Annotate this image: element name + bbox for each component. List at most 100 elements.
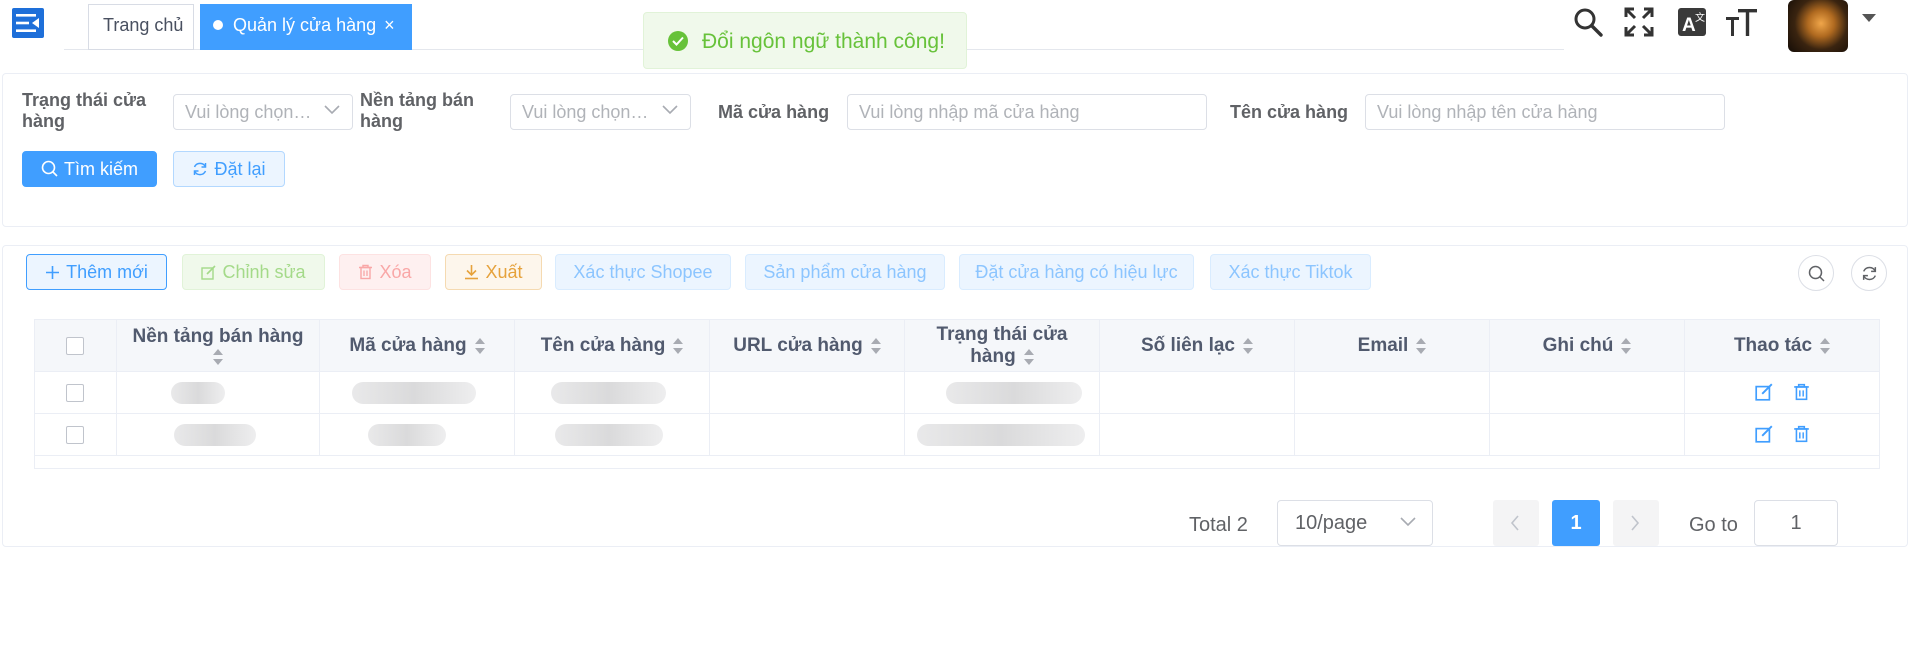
sort-icon[interactable] (1621, 337, 1632, 355)
table-row (35, 414, 1879, 456)
sort-icon[interactable] (1820, 337, 1831, 355)
check-circle-icon (668, 31, 688, 51)
goto-page-input[interactable]: 1 (1754, 500, 1838, 546)
tiktok-auth-button[interactable]: Xác thực Tiktok (1210, 254, 1371, 290)
platform-label: Nền tảng bán hàng (360, 90, 475, 131)
sort-icon[interactable] (870, 337, 881, 355)
delete-button[interactable]: Xóa (339, 254, 431, 290)
edit-icon[interactable] (1755, 425, 1773, 443)
column-title: Nền tảng bán hàng (132, 326, 304, 347)
sort-icon[interactable] (213, 348, 223, 366)
input-placeholder: Vui lòng nhập mã cửa hàng (859, 102, 1080, 122)
search-button[interactable]: Tìm kiếm (22, 151, 157, 187)
column-header-actions[interactable]: Thao tác (1685, 320, 1879, 372)
row-select-cell (35, 372, 117, 414)
sort-icon[interactable] (1242, 337, 1253, 355)
cell-store-status (905, 414, 1100, 456)
search-form-card: Trạng thái cửa hàng Vui lòng chọn… Nền t… (2, 73, 1908, 227)
page-size-value: 10/page (1295, 512, 1368, 534)
toggle-search-button[interactable] (1798, 255, 1834, 291)
tab-home[interactable]: Trang chủ (88, 4, 194, 50)
search-icon[interactable] (1572, 6, 1606, 40)
tab-store-management[interactable]: Quản lý cửa hàng × (200, 4, 412, 50)
chevron-down-icon (324, 105, 340, 115)
plus-icon (46, 266, 60, 279)
select-placeholder: Vui lòng chọn… (185, 102, 312, 122)
chevron-down-icon (662, 105, 678, 115)
tab-label: Quản lý cửa hàng (233, 15, 377, 35)
caret-down-icon[interactable] (1862, 14, 1876, 22)
redacted-block (171, 382, 225, 404)
cell-platform (117, 414, 320, 456)
avatar[interactable] (1788, 0, 1848, 52)
search-icon (41, 160, 58, 177)
cell-store-url (710, 414, 905, 456)
toast-message: Đổi ngôn ngữ thành công! (702, 30, 945, 53)
menu-toggle-icon[interactable] (12, 8, 44, 38)
store-status-label: Trạng thái cửa hàng (22, 90, 147, 131)
close-icon[interactable]: × (384, 5, 395, 45)
store-status-select[interactable]: Vui lòng chọn… (173, 94, 353, 130)
platform-select[interactable]: Vui lòng chọn… (510, 94, 691, 130)
cell-note (1490, 372, 1685, 414)
cell-phone (1100, 372, 1295, 414)
button-label: Xác thực Shopee (573, 262, 713, 282)
column-header-phone[interactable]: Số liên lạc (1100, 320, 1295, 372)
store-products-button[interactable]: Sản phẩm cửa hàng (745, 254, 945, 290)
cell-email (1295, 372, 1490, 414)
column-header-email[interactable]: Email (1295, 320, 1490, 372)
refresh-button[interactable] (1851, 255, 1887, 291)
column-header-store-status[interactable]: Trạng thái cửa hàng (905, 320, 1100, 372)
redacted-block (368, 424, 446, 446)
button-label: Đặt cửa hàng có hiệu lực (975, 262, 1178, 282)
top-header: Trang chủ Quản lý cửa hàng × Đổi ngôn ngữ… (0, 0, 1920, 69)
font-size-icon[interactable] (1725, 6, 1759, 40)
fullscreen-icon[interactable] (1623, 6, 1657, 40)
page-number-current[interactable]: 1 (1552, 500, 1600, 546)
trash-icon[interactable] (1793, 383, 1810, 401)
column-header-platform[interactable]: Nền tảng bán hàng (117, 320, 320, 372)
input-placeholder: Vui lòng nhập tên cửa hàng (1377, 102, 1598, 122)
table-row (35, 372, 1879, 414)
export-button[interactable]: Xuất (445, 254, 542, 290)
column-header-store-name[interactable]: Tên cửa hàng (515, 320, 710, 372)
button-label: Xác thực Tiktok (1228, 262, 1353, 282)
sort-icon[interactable] (474, 337, 485, 355)
sort-icon[interactable] (1023, 348, 1034, 366)
shopee-auth-button[interactable]: Xác thực Shopee (555, 254, 731, 290)
prev-page-button[interactable] (1493, 500, 1539, 546)
chevron-left-icon (1510, 515, 1519, 531)
translate-icon[interactable]: A文 (1676, 6, 1710, 40)
redacted-block (555, 424, 663, 446)
store-name-input[interactable]: Vui lòng nhập tên cửa hàng (1365, 94, 1725, 130)
reset-button[interactable]: Đặt lại (173, 151, 285, 187)
table-card: Thêm mới Chỉnh sửa Xóa Xuất Xác thực Sho… (2, 245, 1908, 547)
add-button[interactable]: Thêm mới (26, 254, 167, 290)
cell-store-name (515, 372, 710, 414)
edit-icon[interactable] (1755, 383, 1773, 401)
edit-button[interactable]: Chỉnh sửa (182, 254, 325, 290)
page-size-select[interactable]: 10/page (1277, 500, 1433, 546)
svg-text:A: A (1682, 15, 1696, 36)
store-code-input[interactable]: Vui lòng nhập mã cửa hàng (847, 94, 1207, 130)
column-header-store-url[interactable]: URL cửa hàng (710, 320, 905, 372)
select-all-checkbox[interactable] (66, 337, 84, 355)
column-header-store-code[interactable]: Mã cửa hàng (320, 320, 515, 372)
cell-store-name (515, 414, 710, 456)
row-checkbox[interactable] (66, 426, 84, 444)
activate-store-button[interactable]: Đặt cửa hàng có hiệu lực (959, 254, 1194, 290)
row-checkbox[interactable] (66, 384, 84, 402)
column-title-wrap: Trạng thái cửa hàng (925, 324, 1079, 368)
pagination-total: Total 2 (1189, 514, 1248, 536)
success-toast: Đổi ngôn ngữ thành công! (643, 12, 967, 69)
sort-icon[interactable] (673, 337, 684, 355)
tab-label: Trang chủ (103, 15, 184, 35)
redacted-block (174, 424, 256, 446)
column-header-note[interactable]: Ghi chú (1490, 320, 1685, 372)
cell-actions (1685, 414, 1879, 456)
sort-icon[interactable] (1416, 337, 1427, 355)
trash-icon[interactable] (1793, 425, 1810, 443)
chevron-down-icon (1400, 517, 1416, 527)
next-page-button[interactable] (1613, 500, 1659, 546)
button-label: Tìm kiếm (64, 159, 138, 179)
